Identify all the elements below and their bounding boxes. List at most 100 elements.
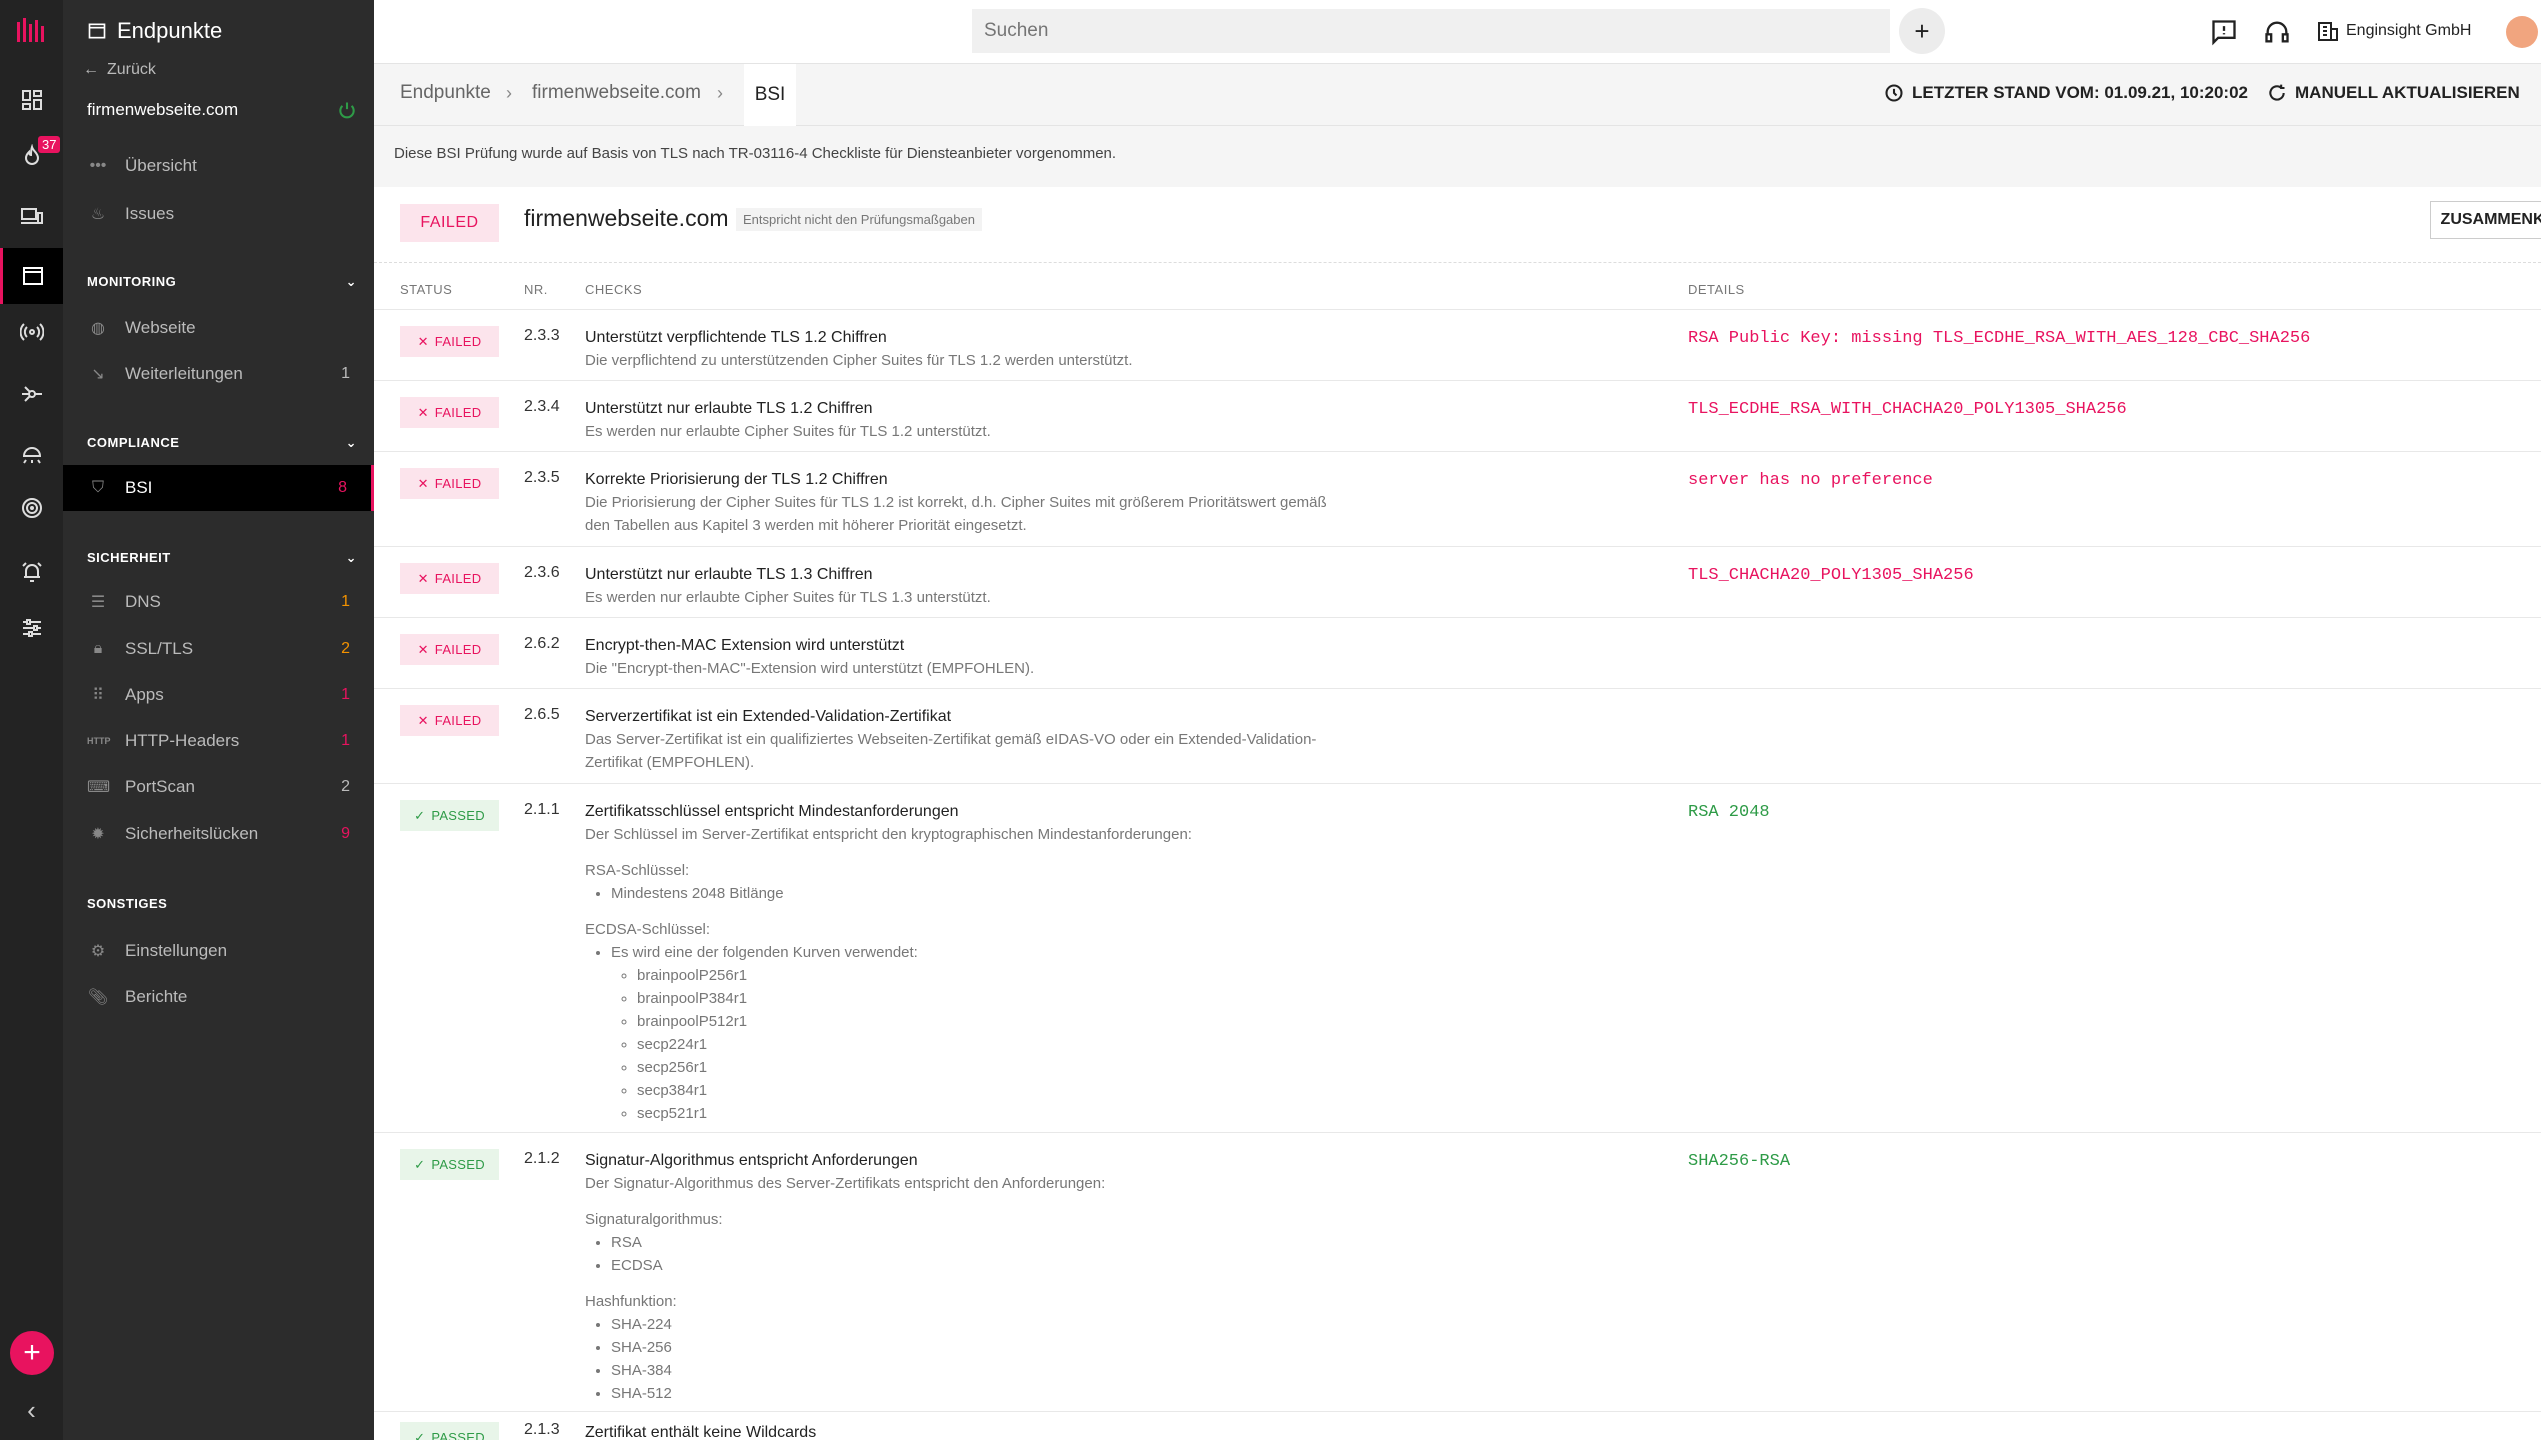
host-row: firmenwebseite.com <box>87 100 357 120</box>
shield-cloud-icon[interactable] <box>0 426 63 482</box>
check-desc: Es werden nur erlaubte Cipher Suites für… <box>585 423 991 440</box>
status-badge: ✕ FAILED <box>400 705 499 736</box>
section-monitoring[interactable]: MONITORING ⌄ <box>87 274 357 290</box>
check-icon: ✓ <box>414 1156 426 1172</box>
check-desc: Es werden nur erlaubte Cipher Suites für… <box>585 589 991 606</box>
sidebar-title-text: Endpunkte <box>117 18 223 43</box>
check-desc: Das Server-Zertifikat ist ein qualifizie… <box>585 731 1317 748</box>
sidebar-item-dns[interactable]: ☰ DNS 1 <box>63 579 374 625</box>
endpoints-icon[interactable] <box>0 248 63 304</box>
breadcrumb-endpunkte[interactable]: Endpunkte <box>400 82 491 104</box>
http-icon: HTTP <box>87 736 111 746</box>
check-desc: den Tabellen aus Kapitel 3 werden mit hö… <box>585 517 1027 534</box>
count-badge: 1 <box>341 686 350 703</box>
section-compliance[interactable]: COMPLIANCE ⌄ <box>87 435 357 451</box>
last-update: LETZTER STAND VOM: 01.09.21, 10:20:02 <box>1884 83 2248 103</box>
shield-icon: ⛉ <box>91 479 104 496</box>
sliders-icon[interactable] <box>0 600 63 656</box>
chevron-down-icon: ⌄ <box>345 435 357 450</box>
section-label: MONITORING <box>87 274 177 289</box>
sidebar-item-sicherheitsluecken[interactable]: ✹ Sicherheitslücken 9 <box>63 811 374 857</box>
check-detail: TLS_CHACHA20_POLY1305_SHA256 <box>1688 566 1974 585</box>
enginsight-logo[interactable] <box>16 16 46 46</box>
divider <box>374 262 2541 263</box>
check-desc: Die Priorisierung der Cipher Suites für … <box>585 494 1327 511</box>
sidebar-item-berichte[interactable]: 📎︎ Berichte <box>63 974 374 1020</box>
sidebar-item-bsi[interactable]: ⛉ BSI 8 <box>63 465 374 511</box>
check-text: Encrypt-then-MAC Extension wird unterstü… <box>585 634 1385 680</box>
power-icon[interactable] <box>337 100 357 120</box>
sidebar-item-http-headers[interactable]: HTTP HTTP-Headers 1 <box>63 718 374 764</box>
status-label: FAILED <box>434 642 482 657</box>
table-row: ✕ FAILED 2.3.4 Unterstützt nur erlaubte T… <box>374 381 2541 451</box>
sidebar-item-weiterleitungen[interactable]: ↘ Weiterleitungen 1 <box>63 351 374 397</box>
feedback-icon[interactable] <box>2210 18 2238 46</box>
rsa-label: RSA-Schlüssel: <box>585 862 690 879</box>
check-title: Encrypt-then-MAC Extension wird unterstü… <box>585 637 905 654</box>
check-detail: SHA256-RSA <box>1688 1152 1791 1171</box>
alarm-bell-icon[interactable] <box>0 544 63 600</box>
check-title: Unterstützt nur erlaubte TLS 1.3 Chiffre… <box>585 566 873 583</box>
sidebar-item-issues[interactable]: ♨ Issues <box>63 191 374 237</box>
sidebar-item-webseite[interactable]: ◍ Webseite <box>63 305 374 351</box>
add-icon[interactable]: + <box>10 1331 54 1375</box>
support-headset-icon[interactable] <box>2263 18 2291 46</box>
sidebar: Endpunkte ← Zurück firmenwebseite.com •••… <box>63 0 374 1440</box>
devices-icon[interactable] <box>0 188 63 244</box>
clock-icon <box>1885 84 1903 102</box>
check-desc-list: RSA-Schlüssel: Mindestens 2048 Bitlänge … <box>585 846 1385 1125</box>
sidebar-item-apps[interactable]: ⠿ Apps 1 <box>63 672 374 718</box>
list-item: SHA-256 <box>611 1336 1385 1359</box>
check-nr: 2.3.5 <box>524 469 560 486</box>
search-input[interactable] <box>972 9 1890 53</box>
close-icon: ✕ <box>417 641 429 657</box>
sidebar-item-label: Einstellungen <box>125 941 228 960</box>
count-badge: 8 <box>338 479 347 496</box>
check-desc: Der Signatur-Algorithmus des Server-Zert… <box>585 1175 1106 1192</box>
plus-icon: + <box>1914 15 1930 46</box>
grid-icon: ⠿ <box>92 687 104 704</box>
chevron-left-icon[interactable]: ‹ <box>0 1380 63 1440</box>
check-nr: 2.6.5 <box>524 706 560 723</box>
sidebar-item-einstellungen[interactable]: ⚙ Einstellungen <box>63 928 374 974</box>
sidebar-item-label: PortScan <box>125 777 195 796</box>
dashboard-icon[interactable] <box>0 72 63 128</box>
table-row: ✓ PASSED 2.1.3 Zertifikat enthält keine W… <box>374 1412 2541 1440</box>
breadcrumb-host[interactable]: firmenwebseite.com <box>532 82 701 104</box>
add-button[interactable]: + <box>1899 8 1945 54</box>
status-label: FAILED <box>434 476 482 491</box>
sidebar-item-label: Übersicht <box>125 156 197 175</box>
back-link[interactable]: ← Zurück <box>83 61 156 79</box>
collapse-button[interactable]: ZUSAMMENKLAPPEN <box>2430 201 2541 239</box>
signature-label: Signaturalgorithmus: <box>585 1211 723 1228</box>
list-item: secp521r1 <box>637 1102 1385 1125</box>
sidebar-item-label: HTTP-Headers <box>125 731 240 750</box>
network-icon[interactable] <box>0 366 63 422</box>
section-sicherheit[interactable]: SICHERHEIT ⌄ <box>87 550 357 566</box>
status-label: FAILED <box>434 571 482 586</box>
sidebar-item-ssl[interactable]: 🔒︎ SSL/TLS 2 <box>63 626 374 672</box>
building-icon <box>2318 22 2338 41</box>
list-item: brainpoolP256r1 <box>637 964 1385 987</box>
radio-icon[interactable] <box>0 304 63 360</box>
check-desc-list: Signaturalgorithmus: RSA ECDSA Hashfunkt… <box>585 1195 1385 1405</box>
status-badge: ✕ FAILED <box>400 468 499 499</box>
status-badge: ✓ PASSED <box>400 1422 499 1440</box>
status-label: PASSED <box>431 1157 485 1172</box>
table-row: ✓ PASSED 2.1.1 Zertifikatsschlüssel entsp… <box>374 784 2541 1132</box>
table-row: ✕ FAILED 2.6.2 Encrypt-then-MAC Extension… <box>374 618 2541 688</box>
avatar[interactable] <box>2506 16 2538 48</box>
sidebar-item-label: Webseite <box>125 318 196 337</box>
check-text: Korrekte Priorisierung der TLS 1.2 Chiff… <box>585 468 1385 537</box>
dots-icon: ••• <box>89 157 107 174</box>
ecdsa-label: ECDSA-Schlüssel: <box>585 921 711 938</box>
sidebar-item-label: Sicherheitslücken <box>125 824 259 843</box>
refresh-button[interactable]: MANUELL AKTUALISIEREN <box>2267 83 2520 103</box>
sidebar-item-uebersicht[interactable]: ••• Übersicht <box>63 143 374 189</box>
issues-fire-icon[interactable]: 37 <box>0 128 63 184</box>
sidebar-item-portscan[interactable]: ⌨ PortScan 2 <box>63 764 374 810</box>
sidebar-item-label: DNS <box>125 592 161 611</box>
target-icon[interactable] <box>0 480 63 536</box>
company-switcher[interactable]: Enginsight GmbH <box>2316 19 2471 43</box>
table-row: ✓ PASSED 2.1.2 Signatur-Algorithmus entsp… <box>374 1133 2541 1411</box>
